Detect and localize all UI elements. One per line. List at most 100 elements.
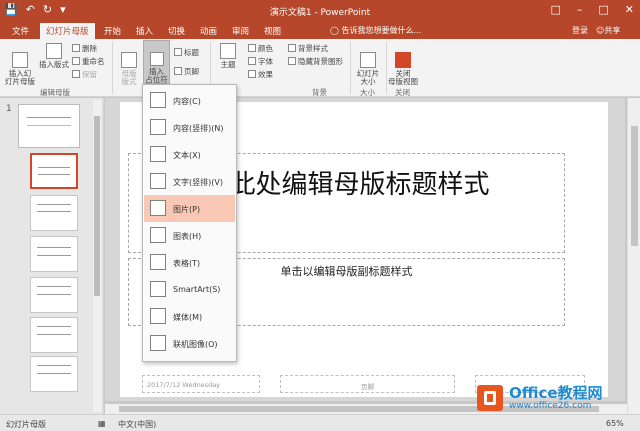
watermark: Office教程网 www.office26.com: [473, 381, 637, 415]
close-master-view-button[interactable]: 关闭 母版视图: [387, 43, 419, 87]
group-close: 关闭: [395, 88, 410, 97]
maximize-icon[interactable]: □: [598, 3, 608, 16]
slide-number: 1: [6, 104, 12, 114]
group-background: 背景: [312, 88, 327, 97]
ribbon-options-icon[interactable]: □: [550, 3, 560, 16]
tab-review[interactable]: 审阅: [226, 24, 255, 38]
title-checkbox[interactable]: 标题: [174, 47, 199, 58]
thumb-line: [37, 247, 71, 248]
menu-item-content[interactable]: 内容(C): [144, 87, 235, 114]
preserve-button[interactable]: 保留: [72, 69, 97, 80]
thumbnails-scrollbar[interactable]: [93, 100, 101, 412]
lightbulb-icon: ◯: [330, 26, 342, 35]
fonts-dropdown[interactable]: 字体: [248, 56, 273, 67]
thumb-line: [27, 125, 71, 126]
tab-insert[interactable]: 插入: [130, 24, 159, 38]
insert-placeholder-label-wrap: 插入 占位符: [144, 43, 169, 85]
background-styles-icon: [288, 44, 296, 52]
delete-icon: [72, 44, 80, 52]
insert-layout-icon: [46, 43, 62, 59]
hide-background-checkbox[interactable]: 隐藏背景图形: [288, 56, 343, 67]
layout-thumbnail[interactable]: [30, 236, 78, 272]
scroll-thumb[interactable]: [631, 126, 638, 246]
thumb-line: [37, 286, 71, 287]
menu-item-text[interactable]: 文本(X): [144, 141, 235, 168]
menu-item-chart[interactable]: 图表(H): [144, 222, 235, 249]
thumb-line: [37, 373, 71, 374]
vertical-scrollbar[interactable]: [627, 98, 640, 414]
ribbon-separator: [112, 42, 113, 94]
close-master-icon: [395, 51, 411, 68]
insert-layout-button[interactable]: 插入版式: [37, 43, 71, 70]
watermark-url: www.office26.com: [509, 401, 592, 411]
checkbox-checked-icon: [174, 48, 182, 56]
tell-me-input[interactable]: ◯ 告诉我您想要做什么...: [330, 25, 421, 36]
colors-dropdown[interactable]: 颜色: [248, 43, 273, 54]
checkbox-icon: [288, 57, 296, 65]
tab-transitions[interactable]: 切换: [162, 24, 191, 38]
tab-home[interactable]: 开始: [98, 24, 127, 38]
tab-animations[interactable]: 动画: [194, 24, 223, 38]
menu-item-text-vertical[interactable]: 文字(竖排)(V): [144, 168, 235, 195]
minimize-icon[interactable]: –: [577, 3, 583, 16]
media-icon: [150, 308, 166, 324]
layout-thumbnail[interactable]: [30, 317, 78, 353]
scroll-thumb[interactable]: [94, 116, 100, 296]
thumb-line: [37, 211, 71, 212]
menu-item-picture[interactable]: 图片(P): [144, 195, 235, 222]
tab-file[interactable]: 文件: [6, 24, 35, 38]
tab-view[interactable]: 视图: [258, 24, 287, 38]
rename-button[interactable]: 重命名: [72, 56, 105, 67]
text-icon: [150, 146, 166, 162]
menu-item-smartart[interactable]: SmartArt(S): [144, 276, 235, 303]
thumb-line: [37, 334, 71, 335]
menu-item-table[interactable]: 表格(T): [144, 249, 235, 276]
master-layout-icon: [121, 51, 137, 68]
date-placeholder[interactable]: 2017/7/12 Wednesday: [142, 375, 260, 393]
tab-slide-master[interactable]: 幻灯片母版: [40, 23, 95, 39]
language-status[interactable]: 中文(中国): [118, 419, 156, 430]
title-bar: 💾 ↶ ↻ ▾ 演示文稿1 - PowerPoint □ – □ ✕: [0, 0, 640, 22]
delete-button[interactable]: 删除: [72, 43, 97, 54]
slide-size-icon: [360, 51, 376, 68]
master-layout-button[interactable]: 母版 版式: [116, 43, 142, 87]
theme-icon: [220, 43, 236, 59]
zoom-level[interactable]: 65%: [606, 419, 624, 428]
effects-icon: [248, 70, 256, 78]
footer-placeholder[interactable]: 页脚: [280, 375, 455, 393]
footer-checkbox[interactable]: 页脚: [174, 66, 199, 77]
status-bar: 幻灯片母版 ▦ 中文(中国) 65%: [0, 414, 640, 431]
insert-placeholder-button[interactable]: 插入 占位符: [143, 40, 170, 84]
slide-size-button[interactable]: 幻灯片 大小: [353, 43, 383, 87]
table-icon: [150, 254, 166, 270]
effects-dropdown[interactable]: 效果: [248, 69, 273, 80]
thumb-line: [37, 204, 71, 205]
close-icon[interactable]: ✕: [625, 3, 634, 16]
text-vertical-icon: [150, 173, 166, 189]
thumb-line: [38, 174, 70, 175]
layout-thumbnail[interactable]: [30, 356, 78, 392]
background-styles-dropdown[interactable]: 背景样式: [288, 43, 328, 54]
content-vertical-icon: [150, 119, 166, 135]
rename-icon: [72, 57, 80, 65]
menu-item-content-vertical[interactable]: 内容(竖排)(N): [144, 114, 235, 141]
smartart-icon: [150, 281, 166, 297]
thumb-line: [37, 365, 71, 366]
picture-icon: [150, 200, 166, 216]
group-size: 大小: [360, 88, 375, 97]
thumb-line: [38, 167, 70, 168]
layout-thumbnail[interactable]: [30, 277, 78, 313]
theme-button[interactable]: 主题: [214, 43, 242, 70]
spellcheck-icon[interactable]: ▦: [98, 419, 106, 428]
master-thumbnail[interactable]: [18, 104, 80, 148]
login-link[interactable]: 登录: [572, 25, 588, 36]
layout-thumbnail[interactable]: [30, 195, 78, 231]
layout-thumbnail-title[interactable]: [30, 153, 78, 189]
menu-item-media[interactable]: 媒体(M): [144, 303, 235, 330]
share-button[interactable]: ☺共享: [596, 25, 620, 36]
insert-master-icon: [12, 51, 28, 68]
watermark-title: Office教程网: [509, 384, 603, 402]
insert-slide-master-button[interactable]: 插入幻 灯片母版: [3, 43, 37, 87]
group-edit-master: 编辑母版: [40, 88, 70, 97]
menu-item-online-image[interactable]: 联机图像(O): [144, 330, 235, 357]
